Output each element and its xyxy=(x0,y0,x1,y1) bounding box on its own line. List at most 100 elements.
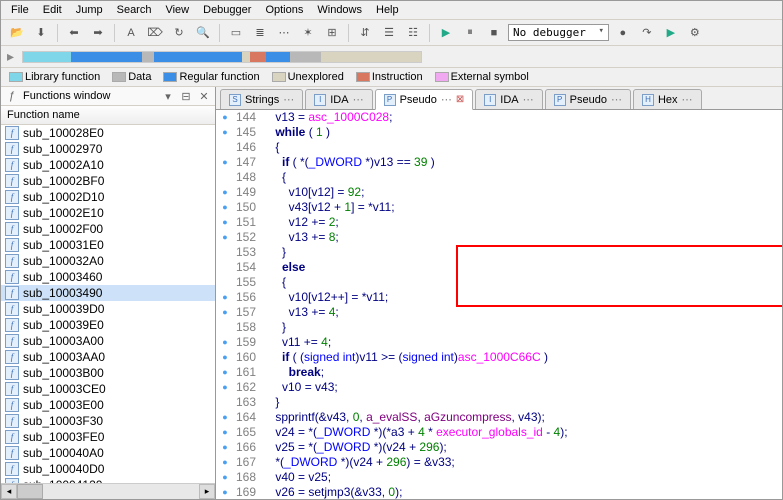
function-item[interactable]: fsub_100028E0 xyxy=(1,125,215,141)
code-content[interactable]: else xyxy=(262,260,782,275)
function-item[interactable]: fsub_10002E10 xyxy=(1,205,215,221)
breakpoint-dot-icon[interactable]: ● xyxy=(216,470,234,485)
breakpoint-dot-icon[interactable] xyxy=(216,140,234,155)
tab-strings[interactable]: SStrings ⋯ xyxy=(220,89,303,109)
breakpoint-dot-icon[interactable]: ● xyxy=(216,380,234,395)
code-content[interactable]: { xyxy=(262,170,782,185)
opt2-icon[interactable]: ☷ xyxy=(403,23,423,43)
code-line[interactable]: 158 } xyxy=(216,320,782,335)
code-content[interactable]: v40 = v25; xyxy=(262,470,782,485)
scroll-thumb[interactable] xyxy=(17,484,43,499)
cfg-icon[interactable]: ⚙ xyxy=(685,23,705,43)
code-content[interactable]: while ( 1 ) xyxy=(262,125,782,140)
scroll-left-icon[interactable]: ◂ xyxy=(1,484,17,499)
menu-windows[interactable]: Windows xyxy=(311,2,368,18)
zoom-icon[interactable]: 🔍 xyxy=(193,23,213,43)
tab-hex[interactable]: HHex ⋯ xyxy=(633,89,702,109)
breakpoint-dot-icon[interactable]: ● xyxy=(216,350,234,365)
pause-icon[interactable]: ⏸ xyxy=(460,23,480,43)
code-content[interactable]: v13 = asc_1000C028; xyxy=(262,110,782,125)
code-content[interactable]: v43[v12 + 1] = *v11; xyxy=(262,200,782,215)
breakpoint-dot-icon[interactable]: ● xyxy=(216,185,234,200)
menu-debugger[interactable]: Debugger xyxy=(197,2,257,18)
code-content[interactable]: v25 = *(_DWORD *)(v24 + 296); xyxy=(262,440,782,455)
back-icon[interactable]: ⬅ xyxy=(64,23,84,43)
breakpoint-dot-icon[interactable]: ● xyxy=(216,155,234,170)
code-content[interactable]: v13 += 8; xyxy=(262,230,782,245)
function-item[interactable]: fsub_10003AA0 xyxy=(1,349,215,365)
breakpoint-dot-icon[interactable]: ● xyxy=(216,200,234,215)
code-line[interactable]: ●157 v13 += 4; xyxy=(216,305,782,320)
seg-icon[interactable]: ▭ xyxy=(226,23,246,43)
code-line[interactable]: 155 { xyxy=(216,275,782,290)
code-line[interactable]: 146 { xyxy=(216,140,782,155)
code-content[interactable]: v26 = setjmp3(&v33, 0); xyxy=(262,485,782,499)
code-content[interactable]: break; xyxy=(262,365,782,380)
code-content[interactable]: v12 += 2; xyxy=(262,215,782,230)
tab-pseudo[interactable]: PPseudo⋯ xyxy=(545,89,631,109)
tool-a-icon[interactable]: A xyxy=(121,23,141,43)
menu-file[interactable]: File xyxy=(5,2,35,18)
breakpoint-dot-icon[interactable] xyxy=(216,275,234,290)
panel-menu-icon[interactable]: ▾ xyxy=(161,89,175,103)
breakpoint-dot-icon[interactable]: ● xyxy=(216,440,234,455)
code-line[interactable]: 153 } xyxy=(216,245,782,260)
function-list[interactable]: fsub_100028E0fsub_10002970fsub_10002A10f… xyxy=(1,125,215,483)
function-item[interactable]: fsub_100039E0 xyxy=(1,317,215,333)
function-item[interactable]: fsub_10002A10 xyxy=(1,157,215,173)
code-line[interactable]: ●160 if ( (signed int)v11 >= (signed int… xyxy=(216,350,782,365)
function-item[interactable]: fsub_10002D10 xyxy=(1,189,215,205)
code-content[interactable]: spprintf(&v43, 0, a_evalSS, aGzuncompres… xyxy=(262,410,782,425)
tab-ida[interactable]: IIDA ⋯ xyxy=(305,89,372,109)
tool-b-icon[interactable]: ⌦ xyxy=(145,23,165,43)
graph-icon[interactable]: ⊞ xyxy=(322,23,342,43)
code-line[interactable]: ●168 v40 = v25; xyxy=(216,470,782,485)
code-content[interactable]: } xyxy=(262,245,782,260)
menu-search[interactable]: Search xyxy=(111,2,158,18)
code-content[interactable]: } xyxy=(262,395,782,410)
function-item[interactable]: fsub_10003E00 xyxy=(1,397,215,413)
breakpoint-dot-icon[interactable]: ● xyxy=(216,230,234,245)
function-item[interactable]: fsub_10003CE0 xyxy=(1,381,215,397)
function-item[interactable]: fsub_10002BF0 xyxy=(1,173,215,189)
breakpoint-dot-icon[interactable] xyxy=(216,170,234,185)
function-item[interactable]: fsub_10002F00 xyxy=(1,221,215,237)
code-line[interactable]: ●159 v11 += 4; xyxy=(216,335,782,350)
breakpoint-dot-icon[interactable]: ● xyxy=(216,305,234,320)
code-line[interactable]: ●169 v26 = setjmp3(&v33, 0); xyxy=(216,485,782,499)
xref-icon[interactable]: ✶ xyxy=(298,23,318,43)
code-content[interactable]: if ( *(_DWORD *)v13 == 39 ) xyxy=(262,155,782,170)
refresh-icon[interactable]: ↻ xyxy=(169,23,189,43)
function-item[interactable]: fsub_10003460 xyxy=(1,269,215,285)
tab-close-icon[interactable]: ⊠ xyxy=(456,94,464,105)
code-line[interactable]: ●149 v10[v12] = 92; xyxy=(216,185,782,200)
code-line[interactable]: ●150 v43[v12 + 1] = *v11; xyxy=(216,200,782,215)
tab-pseudo[interactable]: PPseudo⋯⊠ xyxy=(375,89,474,110)
breakpoint-dot-icon[interactable] xyxy=(216,320,234,335)
fwd-icon[interactable]: ➡ xyxy=(88,23,108,43)
function-item[interactable]: fsub_100040D0 xyxy=(1,461,215,477)
opt1-icon[interactable]: ☰ xyxy=(379,23,399,43)
breakpoint-dot-icon[interactable]: ● xyxy=(216,485,234,499)
code-line[interactable]: ●165 v24 = *(_DWORD *)(*a3 + 4 * executo… xyxy=(216,425,782,440)
enum-icon[interactable]: ⋯ xyxy=(274,23,294,43)
struct-icon[interactable]: ≣ xyxy=(250,23,270,43)
step-icon[interactable]: ↷ xyxy=(637,23,657,43)
function-item[interactable]: fsub_100031E0 xyxy=(1,237,215,253)
code-content[interactable]: v10[v12] = 92; xyxy=(262,185,782,200)
bp-icon[interactable]: ● xyxy=(613,23,633,43)
code-line[interactable]: 154 else xyxy=(216,260,782,275)
code-content[interactable]: v10 = v43; xyxy=(262,380,782,395)
code-view[interactable]: ●144 v13 = asc_1000C028;●145 while ( 1 )… xyxy=(216,110,782,499)
breakpoint-dot-icon[interactable] xyxy=(216,395,234,410)
run-icon[interactable]: ▶ xyxy=(436,23,456,43)
breakpoint-dot-icon[interactable]: ● xyxy=(216,365,234,380)
breakpoint-dot-icon[interactable]: ● xyxy=(216,425,234,440)
function-item[interactable]: fsub_100040A0 xyxy=(1,445,215,461)
breakpoint-dot-icon[interactable]: ● xyxy=(216,410,234,425)
breakpoint-dot-icon[interactable]: ● xyxy=(216,335,234,350)
breakpoint-dot-icon[interactable]: ● xyxy=(216,455,234,470)
code-content[interactable]: v24 = *(_DWORD *)(*a3 + 4 * executor_glo… xyxy=(262,425,782,440)
h-scrollbar[interactable]: ◂ ▸ xyxy=(1,483,215,499)
code-line[interactable]: 163 } xyxy=(216,395,782,410)
